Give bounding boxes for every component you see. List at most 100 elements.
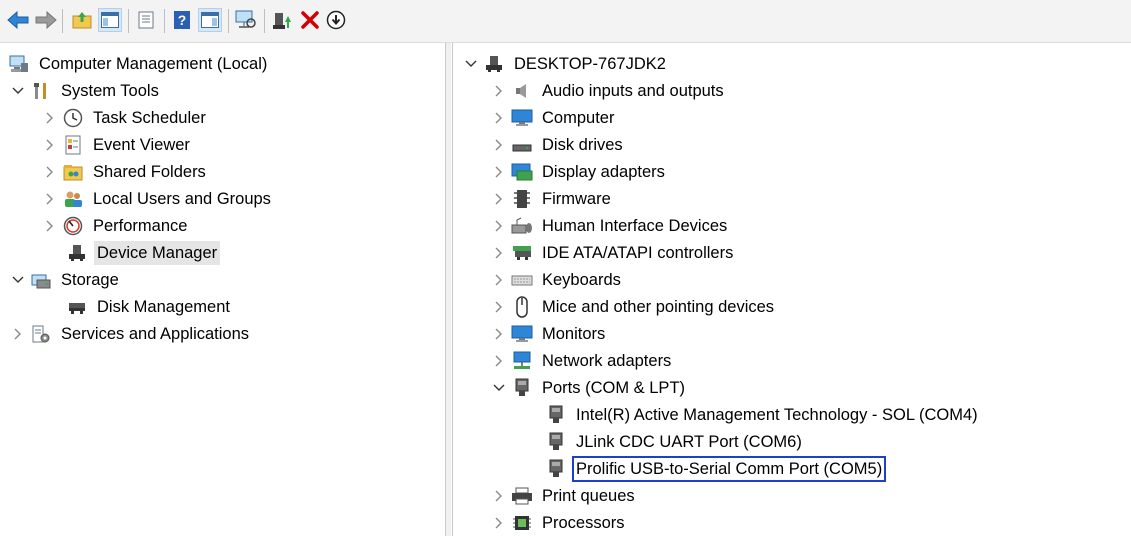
chevron-right-icon[interactable] [491,79,507,103]
scan-hardware-button[interactable] [234,8,258,32]
tree-item-label: System Tools [61,82,159,100]
chevron-right-icon[interactable] [491,187,507,211]
chevron-right-icon[interactable] [491,484,507,508]
device-category-label: Print queues [542,487,635,505]
chevron-right-icon[interactable] [491,133,507,157]
chevron-right-icon[interactable] [491,511,507,535]
tree-item-task-scheduler[interactable]: Task Scheduler [42,106,209,130]
device-category-ports[interactable]: Ports (COM & LPT) [491,376,688,400]
chevron-right-icon[interactable] [491,241,507,265]
device-item-prolific[interactable]: Prolific USB-to-Serial Comm Port (COM5) [545,456,887,482]
device-category-audio[interactable]: Audio inputs and outputs [491,79,727,103]
tree-item-event-viewer[interactable]: Event Viewer [42,133,193,157]
tree-item-device-manager[interactable]: Device Manager [62,241,221,265]
network-adapter-icon [511,350,533,372]
tree-item-label: Storage [61,271,119,289]
device-category-computer[interactable]: Computer [491,106,617,130]
tools-icon [30,80,52,102]
device-category-label: Disk drives [542,136,623,154]
chevron-down-icon[interactable] [10,79,26,103]
update-driver-button[interactable] [270,8,294,32]
disable-device-button[interactable] [324,8,348,32]
chevron-right-icon[interactable] [491,349,507,373]
disk-management-icon [66,296,88,318]
device-category-label: Processors [542,514,625,532]
chevron-right-icon[interactable] [491,106,507,130]
device-item-jlink[interactable]: JLink CDC UART Port (COM6) [545,430,805,454]
chevron-right-icon[interactable] [42,133,58,157]
device-category-ide[interactable]: IDE ATA/ATAPI controllers [491,241,736,265]
tree-item-shared-folders[interactable]: Shared Folders [42,160,209,184]
chevron-right-icon[interactable] [491,268,507,292]
users-icon [62,188,84,210]
up-folder-button[interactable] [70,8,94,32]
chevron-right-icon[interactable] [491,322,507,346]
device-category-firmware[interactable]: Firmware [491,187,614,211]
show-hide-action-pane-button[interactable] [198,8,222,32]
tree-item-disk-management[interactable]: Disk Management [62,295,233,319]
port-icon [545,431,567,453]
speaker-icon [511,80,533,102]
tree-item-local-users[interactable]: Local Users and Groups [42,187,274,211]
device-category-mice[interactable]: Mice and other pointing devices [491,295,777,319]
tree-item-performance[interactable]: Performance [42,214,190,238]
chevron-right-icon[interactable] [42,160,58,184]
device-manager-icon [483,53,505,75]
chevron-right-icon[interactable] [491,160,507,184]
device-tree-pane: DESKTOP-767JDK2 Audio inputs and outputs… [452,43,1131,536]
show-hide-action-pane-icon [201,12,219,28]
disable-device-icon [326,10,346,30]
monitor-icon [511,323,533,345]
device-category-label: Ports (COM & LPT) [542,379,686,397]
chevron-right-icon[interactable] [42,187,58,211]
device-category-disk-drives[interactable]: Disk drives [491,133,626,157]
chevron-right-icon[interactable] [42,106,58,130]
back-button[interactable] [6,8,30,32]
device-category-label: Keyboards [542,271,621,289]
device-category-print-queues[interactable]: Print queues [491,484,638,508]
uninstall-device-button[interactable] [298,8,322,32]
clock-icon [62,107,84,129]
up-folder-icon [72,12,92,29]
chevron-down-icon[interactable] [491,376,507,400]
device-category-processors[interactable]: Processors [491,511,628,535]
tree-item-label: Disk Management [97,298,230,316]
device-category-monitors[interactable]: Monitors [491,322,608,346]
device-item-label: JLink CDC UART Port (COM6) [576,433,802,451]
chevron-down-icon[interactable] [463,52,479,76]
pane-splitter[interactable] [446,43,451,536]
properties-button[interactable] [134,8,158,32]
computer-icon [511,107,533,129]
device-tree-root[interactable]: DESKTOP-767JDK2 [463,52,669,76]
tree-item-label: Services and Applications [61,325,250,343]
device-category-label: Display adapters [542,163,665,181]
chevron-down-icon[interactable] [10,268,26,292]
help-button[interactable]: ? [170,8,194,32]
chevron-right-icon[interactable] [491,214,507,238]
tree-item-system-tools[interactable]: System Tools [10,79,162,103]
chevron-right-icon[interactable] [42,214,58,238]
device-category-label: Network adapters [542,352,672,370]
device-category-network[interactable]: Network adapters [491,349,674,373]
console-tree-pane: Computer Management (Local) System Tools… [0,43,446,536]
device-category-display[interactable]: Display adapters [491,160,668,184]
device-category-keyboards[interactable]: Keyboards [491,268,624,292]
show-hide-tree-button[interactable] [98,8,122,32]
tree-item-computer-management[interactable]: Computer Management (Local) [8,52,270,76]
mouse-icon [511,296,533,318]
disk-drive-icon [511,134,533,156]
tree-item-label: Local Users and Groups [93,190,271,208]
forward-button[interactable] [34,8,58,32]
properties-icon [138,11,154,29]
device-category-label: Mice and other pointing devices [542,298,775,316]
tree-item-storage[interactable]: Storage [10,268,122,292]
device-category-label: Firmware [542,190,611,208]
chevron-right-icon[interactable] [10,322,26,346]
device-item-label: Intel(R) Active Management Technology - … [576,406,978,424]
tree-item-services-applications[interactable]: Services and Applications [10,322,252,346]
device-category-label: IDE ATA/ATAPI controllers [542,244,734,262]
device-category-hid[interactable]: Human Interface Devices [491,214,730,238]
chevron-right-icon[interactable] [491,295,507,319]
device-category-label: Human Interface Devices [542,217,728,235]
device-item-intel-sol[interactable]: Intel(R) Active Management Technology - … [545,403,981,427]
